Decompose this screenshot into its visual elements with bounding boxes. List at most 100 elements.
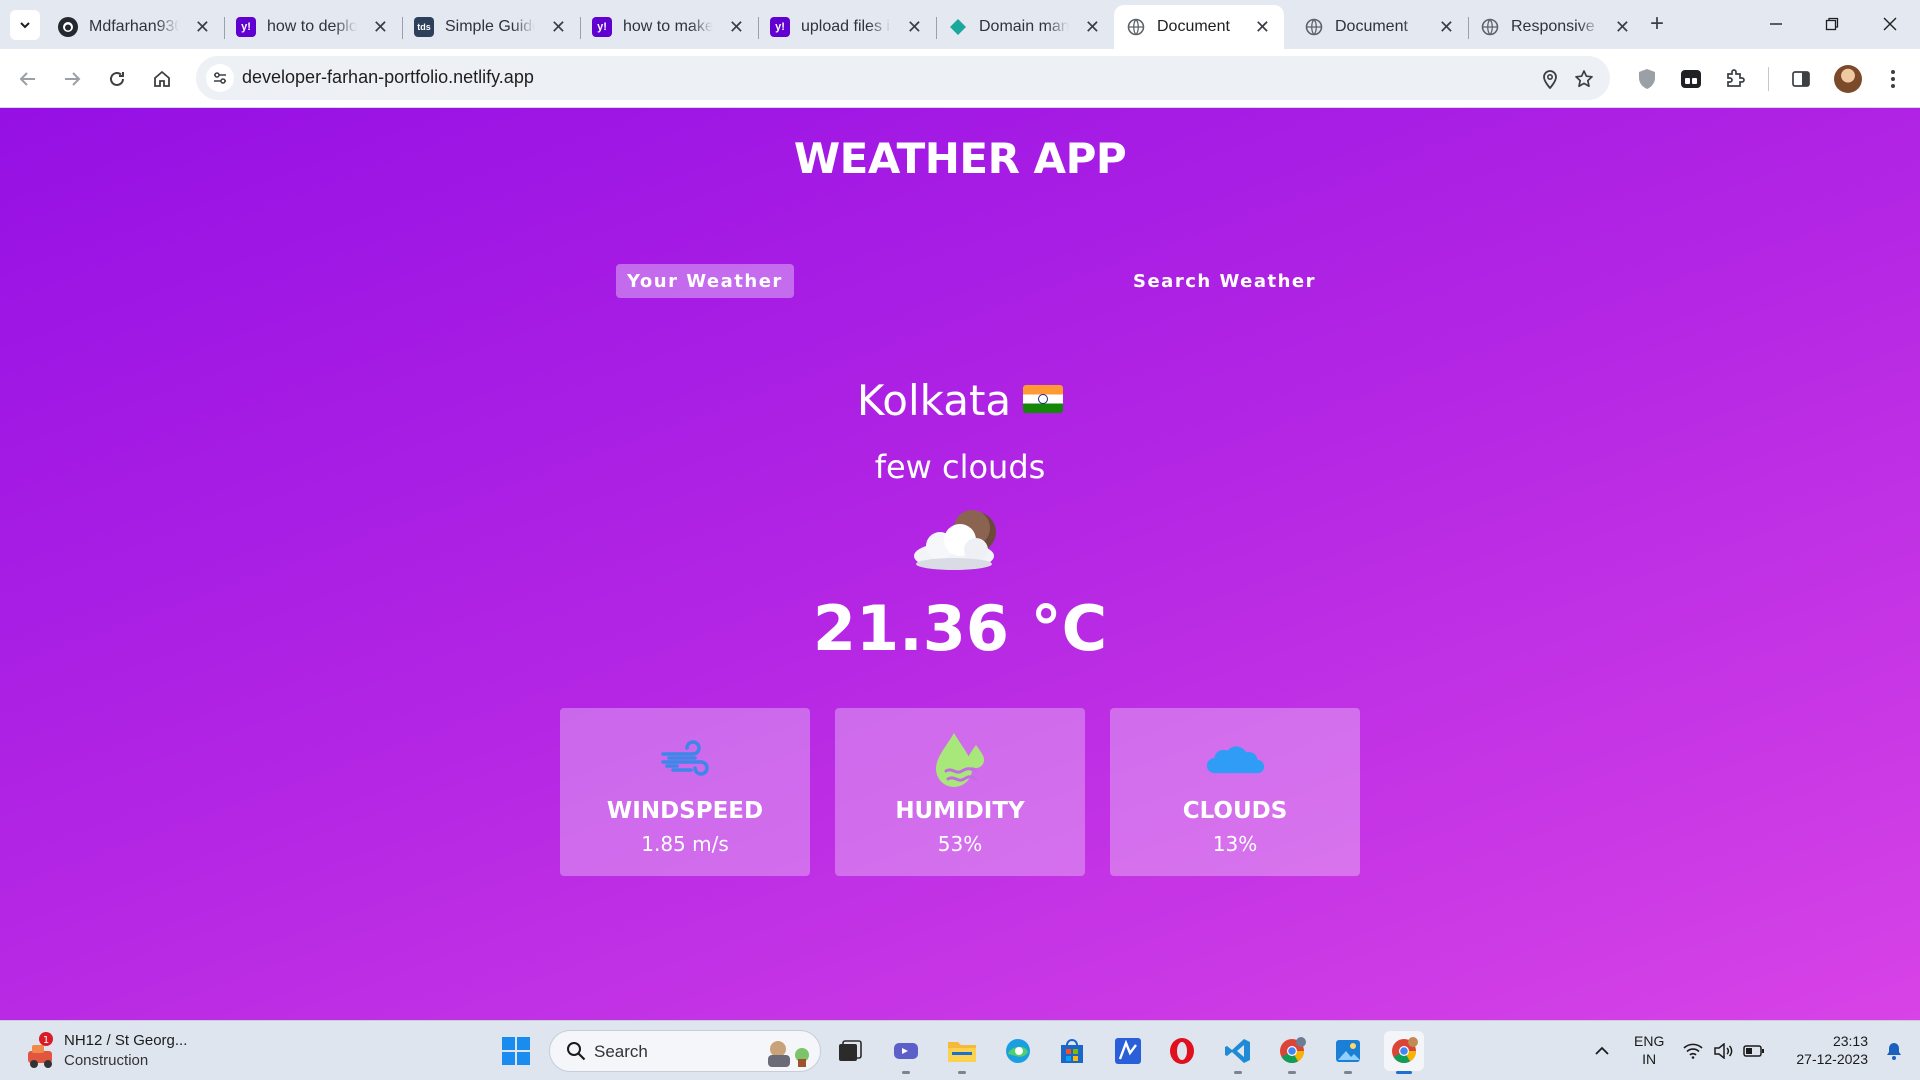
volume-icon [1714,1043,1733,1059]
profile-avatar[interactable] [1834,65,1862,93]
close-icon [1883,17,1897,31]
close-tab-icon[interactable]: ✕ [729,17,744,37]
yahoo-icon: y! [770,17,790,37]
browser-tab[interactable]: Responsive fo ✕ [1468,5,1644,49]
chrome-icon [1392,1037,1418,1064]
start-button[interactable] [496,1031,536,1071]
close-tab-icon[interactable]: ✕ [1615,17,1630,37]
close-tab-icon[interactable]: ✕ [373,17,388,37]
teams-chat-app[interactable] [886,1031,926,1074]
more-menu-icon[interactable] [1880,66,1906,92]
show-hidden-icons-button[interactable] [1582,1031,1622,1071]
opera-icon [1170,1038,1194,1064]
india-flag-icon [1023,385,1064,413]
close-tab-icon[interactable]: ✕ [1255,17,1270,37]
bell-icon [1887,1043,1901,1060]
extension-app-icon[interactable] [1678,66,1704,92]
system-clock[interactable]: 23:13 27-12-2023 [1780,1032,1868,1068]
location-icon[interactable] [1538,67,1562,91]
browser-tab[interactable]: Mdfarhan930 ✕ [46,5,224,49]
windows-logo-icon [502,1037,530,1065]
home-button[interactable] [146,63,178,95]
quick-settings-button[interactable] [1676,1031,1772,1071]
tab-your-weather[interactable]: Your Weather [616,264,794,298]
search-placeholder: Search [594,1042,648,1061]
browser-tab[interactable]: Document ✕ [1292,5,1468,49]
edge-app[interactable] [998,1031,1038,1071]
browser-tab[interactable]: y! how to deploy ✕ [224,5,402,49]
app-running-indicator [958,1071,966,1074]
tds-icon: tds [414,17,434,37]
app-running-indicator [1234,1071,1242,1074]
input-language[interactable]: ENG IN [1634,1032,1664,1068]
browser-tab[interactable]: tds Simple Guide ✕ [402,5,580,49]
bookmark-star-icon[interactable] [1572,67,1596,91]
browser-tab[interactable]: Domain man ✕ [936,5,1114,49]
humidity-value: 53% [937,832,983,856]
task-view-button[interactable] [830,1031,870,1071]
app-running-indicator [1288,1071,1296,1074]
side-panel-icon[interactable] [1788,66,1814,92]
windspeed-card: WINDSPEED 1.85 m/s [560,708,810,876]
toolbar-divider [1768,67,1769,91]
construction-icon: 1 [28,1032,53,1068]
photos-app[interactable] [1328,1031,1368,1074]
arrow-left-icon [19,72,35,86]
math-app-icon [1115,1038,1141,1064]
tab-label: how to deploy [267,18,357,35]
address-bar[interactable]: developer-farhan-portfolio.netlify.app [196,56,1610,100]
reload-button[interactable] [101,63,133,95]
browser-tab[interactable]: y! upload files in ✕ [758,5,936,49]
few-clouds-night-icon [914,510,996,570]
tab-label: Domain man [979,18,1069,35]
app-running-indicator [902,1071,910,1074]
wifi-icon [1683,1043,1703,1059]
minimize-icon [1770,23,1782,25]
yahoo-icon: y! [236,17,256,37]
tab-label: upload files in [801,18,891,35]
file-explorer-app[interactable] [942,1031,982,1074]
new-tab-button[interactable]: + [1650,10,1664,38]
city-name: Kolkata [856,376,1012,425]
site-info-icon[interactable] [206,64,234,92]
shield-extension-icon[interactable] [1634,66,1660,92]
windows-taskbar: 1 NH12 / St Georg... Construction Search [0,1020,1920,1080]
tab-search-button[interactable] [10,10,40,40]
browser-toolbar: developer-farhan-portfolio.netlify.app [0,49,1920,108]
cloud-icon [1205,730,1265,790]
extensions-puzzle-icon[interactable] [1722,66,1748,92]
battery-icon [1743,1045,1764,1057]
close-window-button[interactable] [1870,8,1910,40]
tab-label: Document [1157,18,1230,35]
chrome-app-active[interactable] [1384,1031,1424,1074]
microsoft-store-app[interactable] [1052,1031,1092,1071]
widget-title: NH12 / St Georg... [64,1032,188,1049]
close-tab-icon[interactable]: ✕ [907,17,922,37]
close-tab-icon[interactable]: ✕ [1085,17,1100,37]
app-title: WEATHER APP [793,134,1127,183]
math-app[interactable] [1108,1031,1148,1071]
clouds-title: CLOUDS [1182,798,1288,824]
url-text[interactable]: developer-farhan-portfolio.netlify.app [242,67,534,88]
browser-tab-bar: Mdfarhan930 ✕ y! how to deploy ✕ tds Sim… [0,0,1920,49]
traffic-widget[interactable]: 1 [20,1031,60,1071]
browser-tab[interactable]: y! how to make ✕ [580,5,758,49]
taskbar-search[interactable]: Search [549,1030,821,1072]
minimize-button[interactable] [1756,8,1796,40]
notifications-button[interactable] [1874,1031,1914,1071]
browser-tab-active[interactable]: Document ✕ [1114,5,1284,49]
windspeed-value: 1.85 m/s [641,832,729,856]
back-button[interactable] [12,63,44,95]
weather-app-page: WEATHER APP Your Weather Search Weather … [0,108,1920,1020]
vscode-app[interactable] [1218,1031,1258,1074]
tab-label: how to make [623,18,713,35]
tab-search-weather[interactable]: Search Weather [1122,264,1327,298]
opera-app[interactable] [1162,1031,1202,1071]
tab-label: Responsive fo [1511,18,1601,35]
close-tab-icon[interactable]: ✕ [1439,17,1454,37]
close-tab-icon[interactable]: ✕ [195,17,210,37]
forward-button[interactable] [56,63,88,95]
restore-button[interactable] [1812,8,1852,40]
close-tab-icon[interactable]: ✕ [551,17,566,37]
chrome-profile-app[interactable] [1272,1031,1312,1074]
